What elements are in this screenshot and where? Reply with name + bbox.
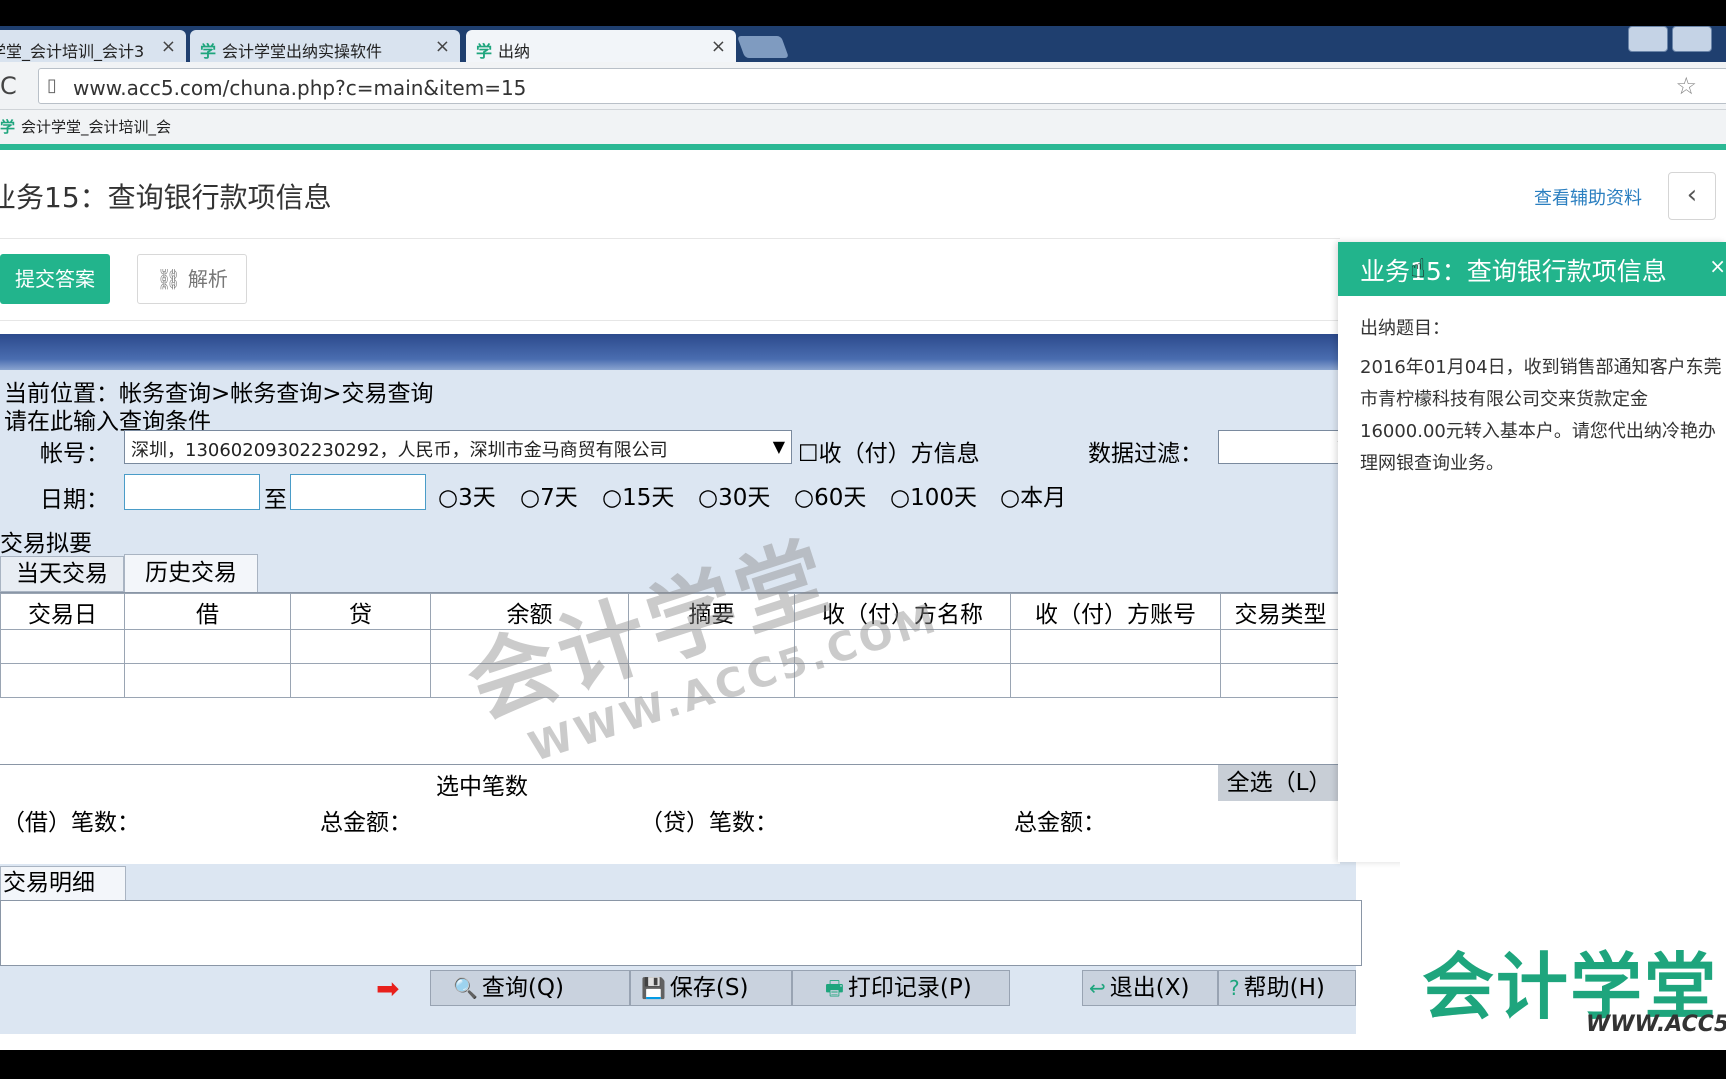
range-radio-30d[interactable]: ○30天	[698, 478, 770, 512]
printer-icon: 🖶	[825, 976, 844, 1000]
dropdown-arrow-icon: ▼	[772, 437, 785, 456]
url-text: www.acc5.com/chuna.php?c=main&item=15	[73, 76, 527, 100]
divider	[0, 320, 1340, 321]
close-icon[interactable]: ×	[161, 36, 176, 57]
column-header[interactable]: 交易日	[0, 593, 125, 630]
bookmarks-bar: 学会计学堂_会计培训_会	[0, 110, 1726, 144]
pointer-arrow-icon: ➡	[376, 972, 400, 1005]
aux-materials-link[interactable]: 查看辅助资料	[1534, 184, 1642, 210]
tab-detail[interactable]: 交易明细	[0, 866, 126, 900]
minimize-icon[interactable]	[1672, 26, 1712, 52]
range-radio-100d[interactable]: ○100天	[890, 478, 977, 512]
filter-select[interactable]: ▼	[1218, 430, 1354, 464]
browser-tab-1[interactable]: 学堂_会计培训_会计3 ×	[0, 30, 186, 62]
column-header[interactable]: 借	[124, 593, 291, 630]
bookmark-star-icon[interactable]: ☆	[1675, 72, 1697, 100]
tab-logo-icon: 学	[476, 42, 493, 61]
credit-count-label: （贷）笔数：	[640, 810, 778, 836]
help-button[interactable]: ? 帮助(H)	[1218, 970, 1356, 1006]
select-all-button[interactable]: 全选（L）	[1218, 765, 1340, 801]
chevron-left-icon[interactable]: ‹	[1668, 172, 1716, 220]
close-icon[interactable]: ×	[1709, 254, 1726, 278]
column-header[interactable]: 贷	[290, 593, 431, 630]
mouse-cursor-icon: ☝	[1410, 254, 1426, 284]
app-header-bar	[0, 334, 1356, 370]
credit-total-label: 总金额：	[1014, 810, 1106, 836]
save-icon: 💾	[641, 976, 666, 1000]
task-description: 2016年01月04日，收到销售部通知客户东莞市青柠檬科技有限公司交来货款定金1…	[1360, 357, 1722, 474]
bookmark-label: 会计学堂_会计培训_会	[21, 118, 172, 136]
selection-summary: 选中笔数 全选（L） （借）笔数： 总金额： （贷）笔数： 总金额：	[0, 764, 1340, 864]
query-label: 查询(Q)	[481, 975, 564, 1001]
close-icon[interactable]: ×	[435, 36, 450, 57]
task-subtitle: 出纳题目：	[1360, 318, 1450, 339]
exit-label: 退出(X)	[1109, 975, 1190, 1001]
url-field[interactable]: ▯ www.acc5.com/chuna.php?c=main&item=15 …	[38, 68, 1726, 104]
column-header[interactable]: 交易类型	[1220, 593, 1341, 630]
bookmark-item[interactable]: 学会计学堂_会计培训_会	[0, 116, 171, 137]
address-bar: C ▯ www.acc5.com/chuna.php?c=main&item=1…	[0, 62, 1726, 110]
filter-label: 数据过滤：	[1088, 441, 1203, 467]
column-header[interactable]: 收（付）方账号	[1010, 593, 1221, 630]
date-label: 日期：	[40, 487, 109, 513]
summary-section-label: 交易拟要	[0, 531, 92, 557]
top-black-bar	[0, 0, 1726, 26]
detail-area	[0, 900, 1362, 966]
task-panel: 业务15：查询银行款项信息 × 出纳题目： 2016年01月04日，收到销售部通…	[1338, 242, 1726, 862]
analysis-label: 解析	[187, 267, 228, 291]
user-icon[interactable]	[1628, 26, 1668, 52]
date-to-input[interactable]	[290, 474, 426, 510]
browser-tab-2[interactable]: 学会计学堂出纳实操软件 ×	[190, 30, 460, 62]
bottom-black-bar	[0, 1050, 1726, 1079]
reload-icon[interactable]: C	[0, 72, 17, 100]
new-tab-button[interactable]	[736, 36, 790, 58]
page-title: 业务15：查询银行款项信息	[0, 181, 332, 214]
tab-label: 会计学堂出纳实操软件	[222, 42, 383, 61]
brand-logo: 会计学堂 WWW.ACC5	[1400, 862, 1726, 1050]
date-to-label: 至	[264, 487, 287, 513]
print-label: 打印记录(P)	[847, 975, 972, 1001]
account-label: 帐号：	[40, 441, 109, 467]
query-button[interactable]: 🔍 查询(Q)	[430, 970, 630, 1006]
search-icon: 🔍	[453, 976, 478, 1000]
account-select[interactable]: 深圳，13060209302230292，人民币，深圳市金马商贸有限公司 ▼	[124, 430, 792, 464]
brand-logo-url: WWW.ACC5	[1586, 1012, 1726, 1037]
submit-answer-button[interactable]: 提交答案	[0, 254, 110, 304]
help-label: 帮助(H)	[1243, 975, 1325, 1001]
tab-today[interactable]: 当天交易	[0, 556, 124, 592]
bookmark-logo-icon: 学	[0, 118, 16, 136]
exit-button[interactable]: ↩ 退出(X)	[1082, 970, 1218, 1006]
page-icon: ▯	[47, 75, 57, 96]
counterparty-checkbox[interactable]: ☐收（付）方信息	[798, 434, 980, 468]
range-radio-15d[interactable]: ○15天	[602, 478, 674, 512]
divider	[0, 238, 1340, 239]
action-toolbar: ➡ 🔍 查询(Q) 💾 保存(S) 🖶 打印记录(P) ↩ 退出(X) ? 帮助(H)	[0, 970, 1356, 1014]
account-select-value: 深圳，13060209302230292，人民币，深圳市金马商贸有限公司	[131, 440, 668, 461]
tab-label: 出纳	[498, 42, 531, 61]
tab-history[interactable]: 历史交易	[124, 554, 258, 592]
help-icon: ?	[1229, 976, 1240, 1000]
debit-total-label: 总金额：	[320, 810, 412, 836]
range-radio-month[interactable]: ○本月	[1000, 478, 1066, 512]
date-from-input[interactable]	[124, 474, 260, 510]
exit-icon: ↩	[1089, 976, 1106, 1000]
print-button[interactable]: 🖶 打印记录(P)	[792, 970, 1010, 1006]
selected-count-label: 选中笔数	[436, 774, 528, 800]
save-button[interactable]: 💾 保存(S)	[630, 970, 792, 1006]
browser-tab-3[interactable]: 学出纳 ×	[466, 30, 736, 62]
analysis-button[interactable]: ⛓ 解析	[137, 254, 247, 304]
task-panel-title: 业务15：查询银行款项信息	[1338, 242, 1726, 296]
browser-tabstrip: 学堂_会计培训_会计3 × 学会计学堂出纳实操软件 × 学出纳 ×	[0, 26, 1726, 62]
tab-logo-icon: 学	[200, 42, 217, 61]
save-label: 保存(S)	[669, 975, 749, 1001]
link-icon: ⛓	[156, 267, 182, 291]
debit-count-label: （借）笔数：	[2, 810, 140, 836]
close-icon[interactable]: ×	[711, 36, 726, 57]
range-radio-3d[interactable]: ○3天	[438, 478, 496, 512]
tab-label: 学堂_会计培训_会计3	[0, 42, 145, 61]
range-radio-7d[interactable]: ○7天	[520, 478, 578, 512]
